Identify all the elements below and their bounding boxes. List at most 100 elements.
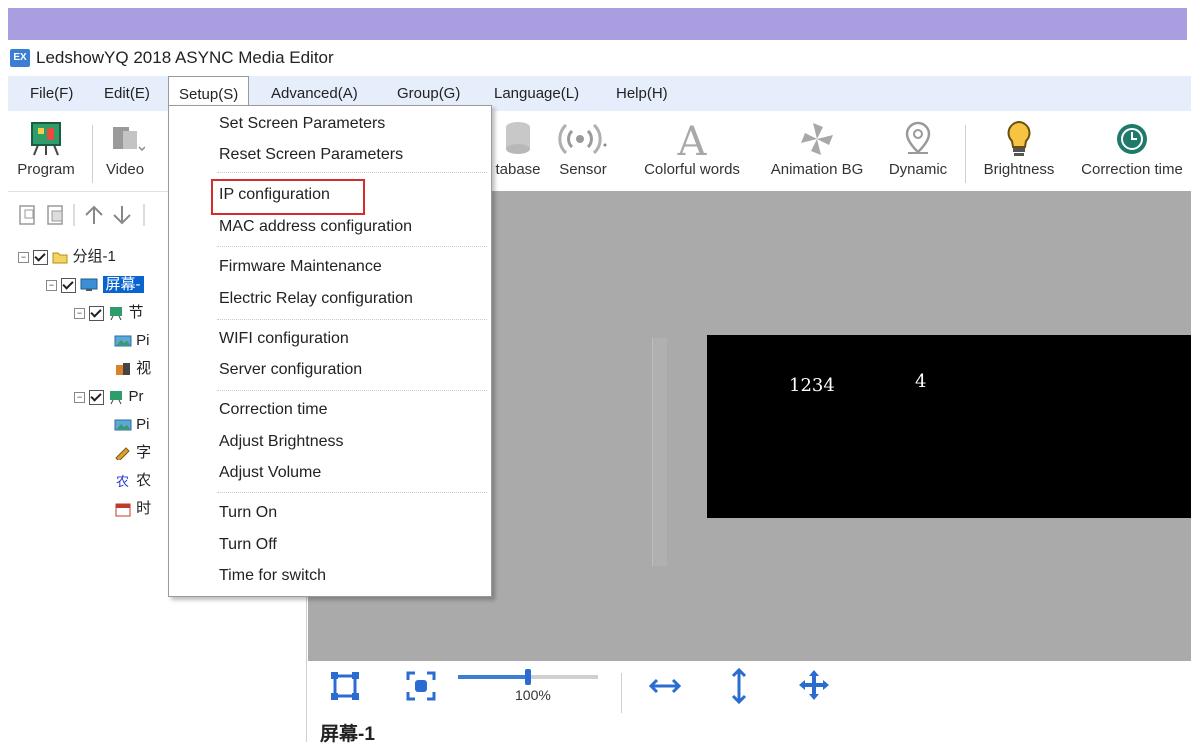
program-icon xyxy=(110,391,123,405)
video-label: Video xyxy=(105,161,145,178)
zoom-slider-thumb[interactable] xyxy=(525,669,531,685)
arrow-down-icon xyxy=(113,206,131,225)
menu-separator xyxy=(217,246,487,247)
toolbar-divider xyxy=(965,125,966,183)
brightness-label: Brightness xyxy=(983,161,1055,178)
database-label: tabase xyxy=(495,161,541,178)
video-icon xyxy=(116,363,130,376)
menu-help[interactable]: Help(H) xyxy=(606,76,678,111)
menu-item-time-for-switch[interactable]: Time for switch xyxy=(219,562,326,590)
screen-frame xyxy=(652,338,667,566)
tree-item-row[interactable]: 视 xyxy=(114,357,151,381)
menu-file[interactable]: File(F) xyxy=(20,76,83,111)
menu-language[interactable]: Language(L) xyxy=(484,76,589,111)
tree-item-row[interactable]: Pi xyxy=(114,329,150,353)
menu-item-turn-on[interactable]: Turn On xyxy=(219,499,277,527)
clock-icon xyxy=(1117,124,1147,154)
menu-edit[interactable]: Edit(E) xyxy=(94,76,160,111)
tree-screen-label: 屏幕- xyxy=(102,276,144,293)
title-bar: EX LedshowYQ 2018 ASYNC Media Editor xyxy=(0,40,1191,76)
tree-item-row[interactable]: 字 xyxy=(114,441,151,465)
menu-item-ip-configuration[interactable]: IP configuration xyxy=(219,181,330,209)
zoom-slider-fill xyxy=(458,675,528,679)
menu-separator xyxy=(217,172,487,173)
menu-item-server-configuration[interactable]: Server configuration xyxy=(219,356,362,384)
tree-group-row[interactable]: − 分组-1 xyxy=(18,245,116,269)
dynamic-label: Dynamic xyxy=(888,161,948,178)
correction-time-button[interactable]: Correction time xyxy=(1072,117,1191,187)
zoom-bar: 100% 屏幕-1 xyxy=(308,661,1191,745)
tree-item-row[interactable]: Pi xyxy=(114,413,150,437)
tree-item-label: Pi xyxy=(136,416,150,433)
tree-program-label: 节 xyxy=(128,304,144,321)
database-button[interactable]: tabase xyxy=(490,117,546,187)
sensor-label: Sensor xyxy=(559,161,607,178)
tree-program-label: Pr xyxy=(128,388,144,405)
collapse-toggle[interactable]: − xyxy=(74,307,85,319)
tree-screen-row[interactable]: − 屏幕- xyxy=(46,273,144,297)
banner-strip xyxy=(8,8,1187,40)
video-button[interactable]: Video xyxy=(100,117,150,187)
svg-text:农: 农 xyxy=(116,475,129,489)
folder-icon xyxy=(52,252,68,264)
tree-toolbar-icons xyxy=(19,204,145,226)
program-checkbox[interactable] xyxy=(89,389,105,405)
tree-item-label: 视 xyxy=(136,360,152,377)
menu-item-wifi-configuration[interactable]: WIFI configuration xyxy=(219,325,349,353)
tree-item-label: 时 xyxy=(136,500,152,517)
vertical-stretch-icon[interactable] xyxy=(726,667,752,705)
tree-program-row[interactable]: − 节 xyxy=(74,301,144,325)
sensor-button[interactable]: Sensor xyxy=(550,117,616,187)
calendar-icon xyxy=(115,503,131,517)
program-icon xyxy=(31,122,61,156)
colorful-words-icon: A xyxy=(677,119,708,161)
menu-separator xyxy=(217,390,487,391)
collapse-toggle[interactable]: − xyxy=(18,251,29,263)
program-button[interactable]: Program xyxy=(10,117,82,187)
tree-item-label: 农 xyxy=(136,472,152,489)
app-icon: EX xyxy=(10,49,30,67)
menu-item-correction-time[interactable]: Correction time xyxy=(219,396,327,424)
menu-item-adjust-brightness[interactable]: Adjust Brightness xyxy=(219,428,344,456)
actual-size-icon[interactable] xyxy=(404,669,438,703)
monitor-icon xyxy=(80,278,98,292)
toolbar-divider xyxy=(92,125,93,183)
animation-bg-button[interactable]: Animation BG xyxy=(762,117,872,187)
window-title: LedshowYQ 2018 ASYNC Media Editor xyxy=(36,48,334,67)
program-checkbox[interactable] xyxy=(89,305,105,321)
colorful-words-button[interactable]: A Colorful words xyxy=(634,117,750,187)
menu-item-mac-address-configuration[interactable]: MAC address configuration xyxy=(219,213,412,241)
zoom-label: 100% xyxy=(515,687,551,703)
led-text-value: 4 xyxy=(915,371,927,392)
tree-program-row[interactable]: − Pr xyxy=(74,385,144,409)
menu-item-reset-screen-parameters[interactable]: Reset Screen Parameters xyxy=(219,141,403,169)
correction-time-label: Correction time xyxy=(1081,161,1183,178)
collapse-toggle[interactable]: − xyxy=(46,279,57,291)
map-pin-icon xyxy=(905,121,931,154)
tree-item-row[interactable]: 农 农 xyxy=(114,469,151,493)
menu-item-firmware-maintenance[interactable]: Firmware Maintenance xyxy=(219,253,382,281)
menu-item-turn-off[interactable]: Turn Off xyxy=(219,531,277,559)
animation-bg-label: Animation BG xyxy=(770,161,864,178)
brightness-button[interactable]: Brightness xyxy=(974,117,1064,187)
video-icon xyxy=(113,127,145,152)
fit-screen-icon[interactable] xyxy=(328,669,362,703)
tree-item-row[interactable]: 时 xyxy=(114,497,151,521)
group-checkbox[interactable] xyxy=(33,249,49,265)
horizontal-stretch-icon[interactable] xyxy=(648,673,682,699)
menu-separator xyxy=(217,319,487,320)
dynamic-button[interactable]: Dynamic xyxy=(882,117,954,187)
pinwheel-icon xyxy=(801,123,833,155)
program-label: Program xyxy=(17,161,75,178)
screen-checkbox[interactable] xyxy=(61,277,77,293)
copy-icon xyxy=(19,205,35,225)
menu-item-electric-relay-configuration[interactable]: Electric Relay configuration xyxy=(219,285,413,313)
move-icon[interactable] xyxy=(796,667,832,703)
menu-item-set-screen-parameters[interactable]: Set Screen Parameters xyxy=(219,110,385,138)
collapse-toggle[interactable]: − xyxy=(74,391,85,403)
led-screen-preview[interactable]: 1234 4 xyxy=(707,335,1191,518)
menu-separator xyxy=(217,492,487,493)
led-text-value: 1234 xyxy=(789,375,835,396)
svg-text:A: A xyxy=(677,119,708,161)
menu-item-adjust-volume[interactable]: Adjust Volume xyxy=(219,459,321,487)
